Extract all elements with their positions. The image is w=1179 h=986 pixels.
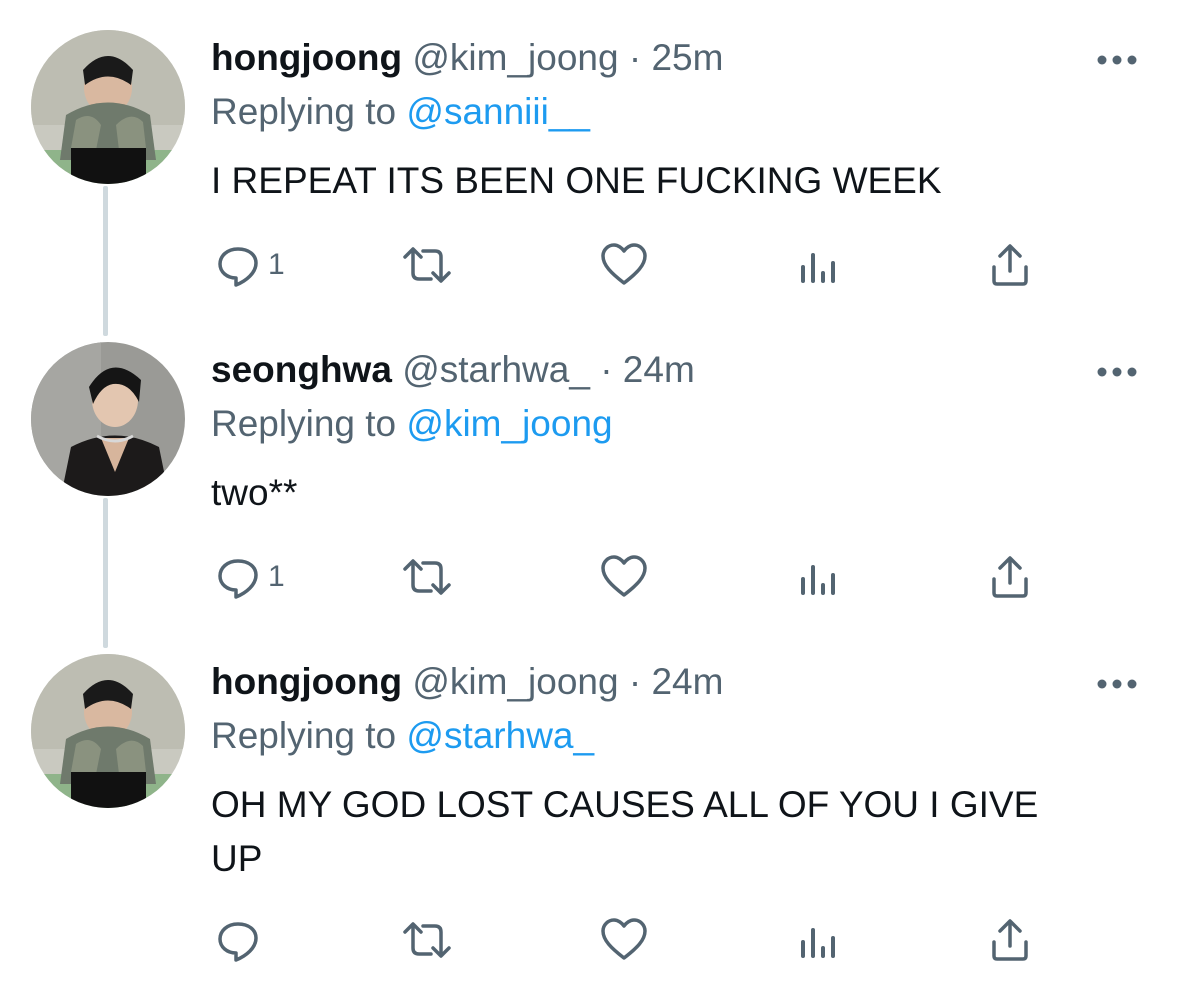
action-bar: 1 (200, 235, 1060, 295)
views-icon (798, 916, 838, 964)
views-button[interactable] (798, 235, 838, 295)
like-icon (599, 241, 649, 289)
retweet-icon (397, 241, 457, 289)
reply-button[interactable] (214, 910, 262, 970)
replying-to: Replying to @kim_joong (211, 402, 613, 446)
share-icon (988, 553, 1032, 601)
user-handle[interactable]: @kim_joong (412, 37, 618, 78)
tweet-text: I REPEAT ITS BEEN ONE FUCKING WEEK (211, 160, 942, 201)
retweet-button[interactable] (397, 547, 457, 607)
tweet[interactable]: hongjoong @kim_joong · 24m Replying to @… (0, 654, 1179, 984)
display-name[interactable]: hongjoong (211, 661, 402, 702)
tweet-text: OH MY GOD LOST CAUSES ALL OF YOU I GIVE … (211, 784, 1039, 879)
share-icon (988, 916, 1032, 964)
user-handle[interactable]: @kim_joong (412, 661, 618, 702)
tweet-header: seonghwa @starhwa_ · 24m (211, 348, 695, 392)
reply-button[interactable]: 1 (214, 547, 285, 607)
share-button[interactable] (988, 235, 1032, 295)
tweet[interactable]: hongjoong @kim_joong · 25m Replying to @… (0, 30, 1179, 320)
like-button[interactable] (599, 235, 649, 295)
retweet-icon (397, 916, 457, 964)
share-button[interactable] (988, 547, 1032, 607)
like-icon (599, 916, 649, 964)
reply-count: 1 (268, 560, 285, 593)
more-icon[interactable] (1092, 674, 1142, 694)
more-icon[interactable] (1092, 50, 1142, 70)
views-button[interactable] (798, 910, 838, 970)
retweet-button[interactable] (397, 235, 457, 295)
like-button[interactable] (599, 547, 649, 607)
display-name[interactable]: seonghwa (211, 349, 392, 390)
avatar[interactable] (31, 342, 185, 496)
more-icon[interactable] (1092, 362, 1142, 382)
replying-prefix: Replying to (211, 91, 397, 132)
mention-link[interactable]: @sanniii__ (406, 91, 590, 132)
tweet-text: two** (211, 472, 298, 513)
like-icon (599, 553, 649, 601)
share-icon (988, 241, 1032, 289)
avatar[interactable] (31, 654, 185, 808)
user-handle[interactable]: @starhwa_ (402, 349, 590, 390)
like-button[interactable] (599, 910, 649, 970)
reply-button[interactable]: 1 (214, 235, 285, 295)
timestamp[interactable]: 25m (651, 37, 723, 78)
reply-icon (214, 916, 262, 964)
tweet-header: hongjoong @kim_joong · 25m (211, 36, 723, 80)
display-name[interactable]: hongjoong (211, 37, 402, 78)
replying-to: Replying to @sanniii__ (211, 90, 590, 134)
mention-link[interactable]: @kim_joong (406, 403, 612, 444)
separator: · (600, 349, 613, 390)
views-icon (798, 241, 838, 289)
retweet-icon (397, 553, 457, 601)
views-icon (798, 553, 838, 601)
tweet[interactable]: seonghwa @starhwa_ · 24m Replying to @ki… (0, 342, 1179, 632)
views-button[interactable] (798, 547, 838, 607)
separator: · (628, 37, 642, 78)
action-bar (200, 910, 1060, 970)
mention-link[interactable]: @starhwa_ (406, 715, 594, 756)
reply-icon (214, 553, 262, 601)
separator: · (628, 661, 642, 702)
replying-to: Replying to @starhwa_ (211, 714, 594, 758)
timestamp[interactable]: 24m (651, 661, 723, 702)
share-button[interactable] (988, 910, 1032, 970)
action-bar: 1 (200, 547, 1060, 607)
replying-prefix: Replying to (211, 403, 397, 444)
reply-count: 1 (268, 248, 285, 281)
reply-icon (214, 241, 262, 289)
replying-prefix: Replying to (211, 715, 397, 756)
avatar[interactable] (31, 30, 185, 184)
retweet-button[interactable] (397, 910, 457, 970)
tweet-header: hongjoong @kim_joong · 24m (211, 660, 723, 704)
timestamp[interactable]: 24m (623, 349, 695, 390)
